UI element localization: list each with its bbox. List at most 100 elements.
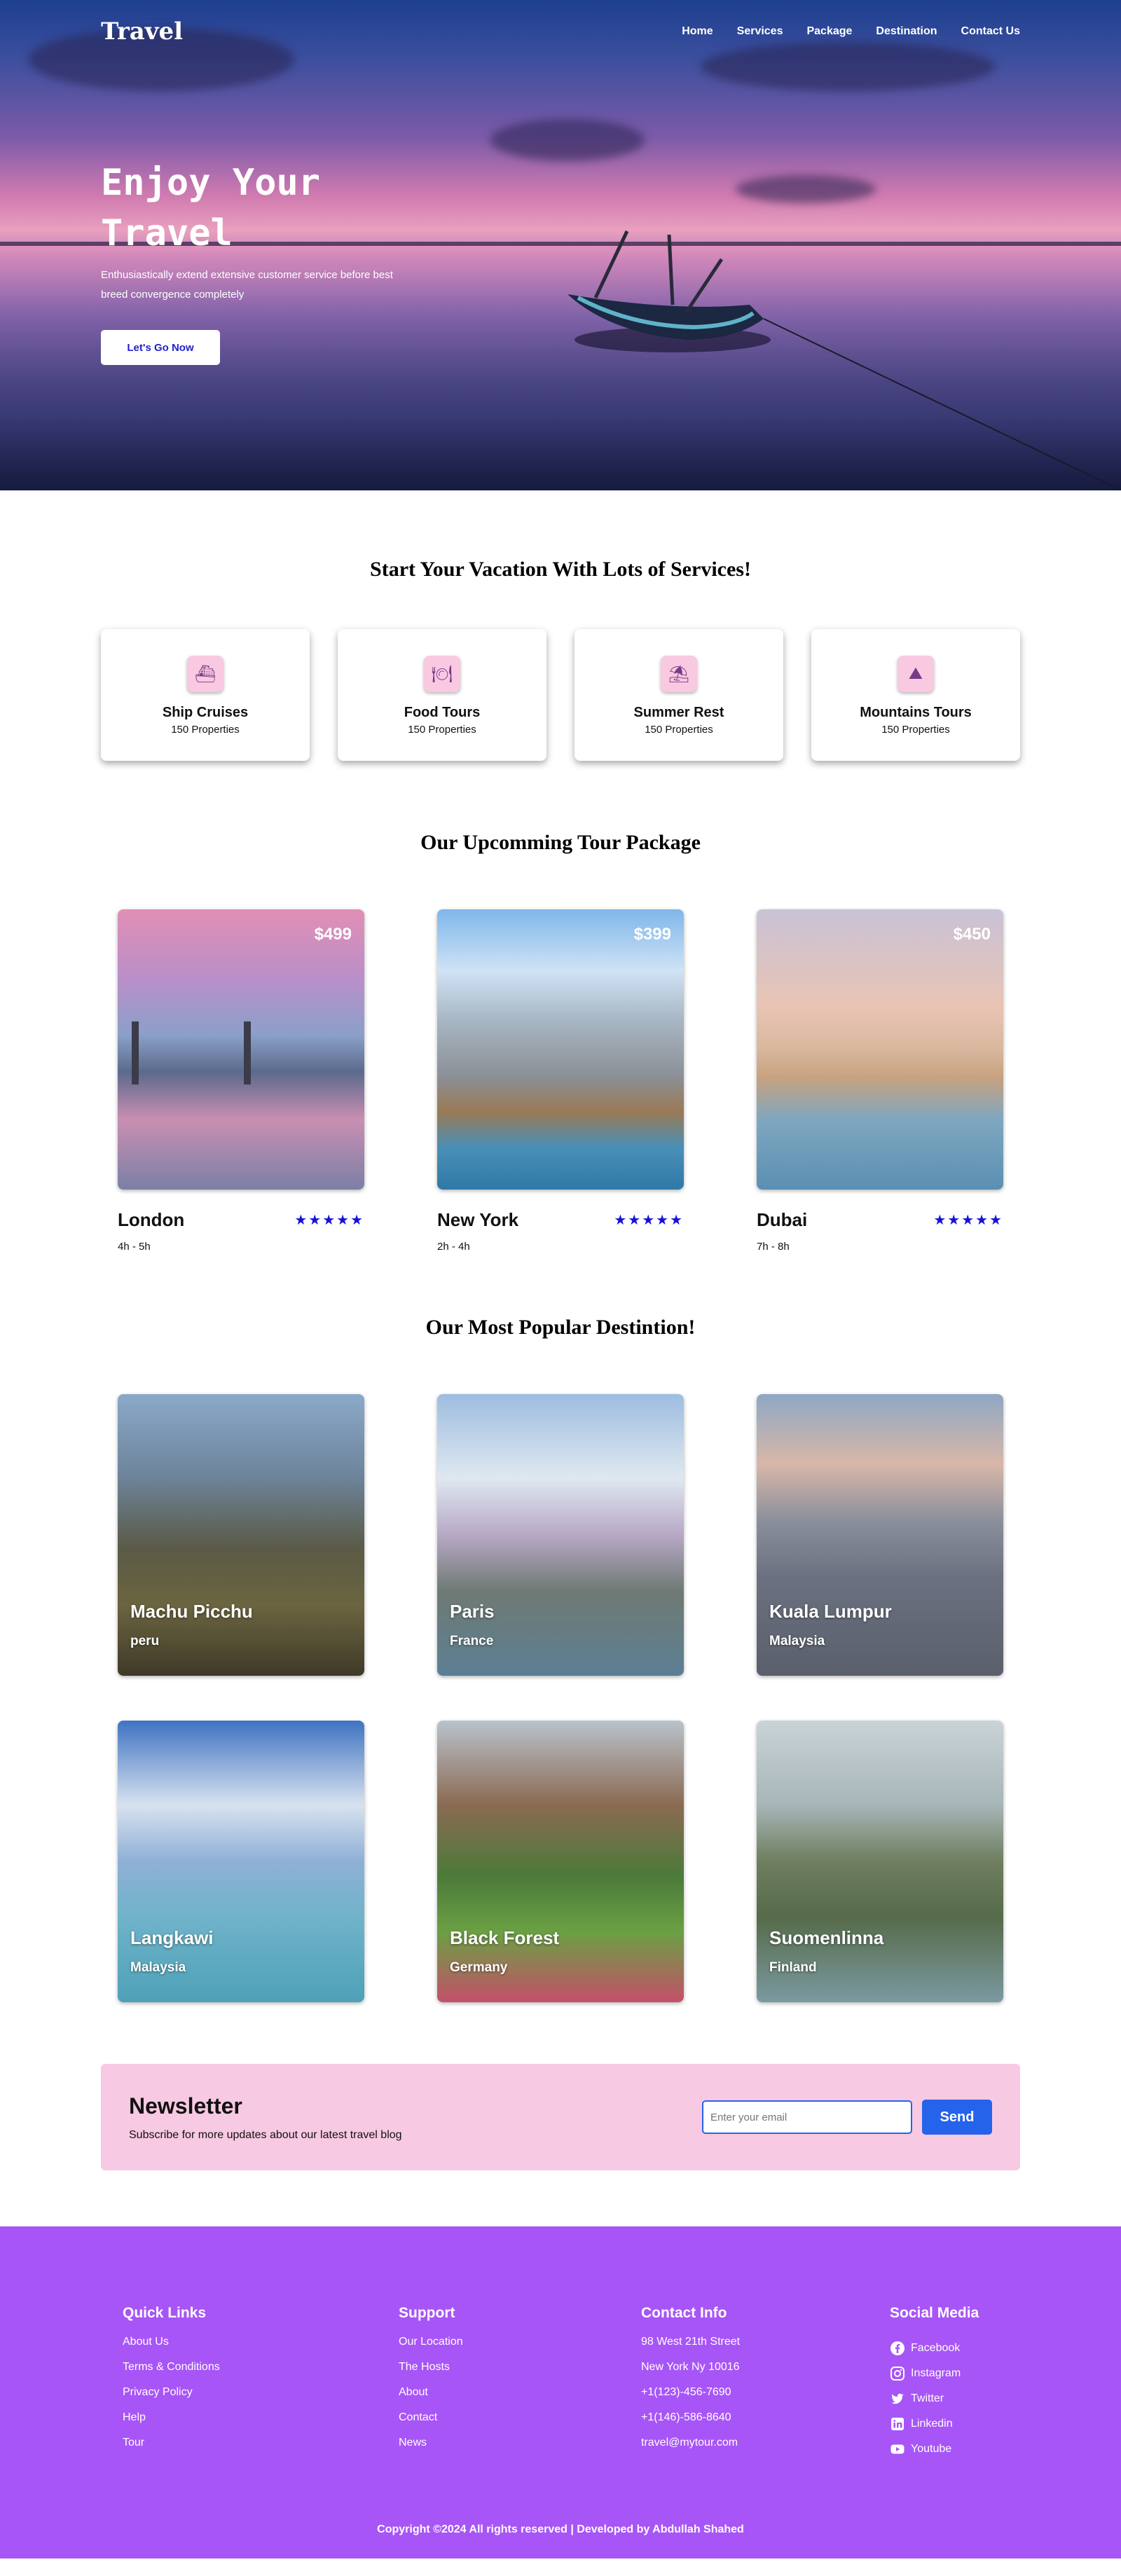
hero-cloud (736, 175, 876, 203)
service-count: 150 Properties (881, 724, 950, 736)
footer-link-about-us[interactable]: About Us (123, 2336, 169, 2348)
footer-social-media: Social Media Facebook Instagram Twitter … (890, 2305, 979, 2462)
package-card-london[interactable]: $499 London ★★★★★ 4h - 5h (118, 909, 364, 1253)
social-instagram[interactable]: Instagram (890, 2361, 979, 2386)
destination-name: Paris (450, 1601, 495, 1622)
social-label[interactable]: Facebook (911, 2342, 960, 2355)
service-name: Ship Cruises (162, 705, 249, 720)
destinations-section: Our Most Popular Destintion! Machu Picch… (0, 1253, 1121, 2002)
social-label[interactable]: Linkedin (911, 2418, 953, 2430)
service-count: 150 Properties (171, 724, 240, 736)
service-card-food-tours[interactable]: 🍽 Food Tours 150 Properties (338, 629, 546, 761)
umbrella-icon: ⛱ (661, 656, 697, 692)
destination-caption: Black Forest Germany (450, 1927, 559, 1976)
destination-card-paris[interactable]: Paris France (437, 1394, 684, 1676)
package-card-dubai[interactable]: $450 Dubai ★★★★★ 7h - 8h (757, 909, 1003, 1253)
send-button[interactable]: Send (922, 2100, 992, 2135)
nav-link-contact[interactable]: Contact Us (961, 25, 1020, 37)
contact-address-line2: New York Ny 10016 (641, 2361, 740, 2373)
service-card-mountains-tours[interactable]: ⛰ Mountains Tours 150 Properties (811, 629, 1020, 761)
newsletter-form: Send (702, 2100, 992, 2135)
package-city: London (118, 1209, 185, 1230)
social-facebook[interactable]: Facebook (890, 2336, 979, 2361)
contact-email[interactable]: travel@mytour.com (641, 2437, 740, 2462)
site-logo[interactable]: Travel (101, 18, 183, 46)
newsletter-text: Newsletter Subscribe for more updates ab… (129, 2093, 402, 2142)
hero-title-line2: Travel (101, 212, 233, 254)
boat-image (568, 230, 1121, 490)
nav-link-home[interactable]: Home (682, 25, 713, 37)
rating-stars: ★★★★★ (614, 1213, 684, 1228)
social-youtube[interactable]: Youtube (890, 2437, 979, 2462)
destination-name: Machu Picchu (130, 1601, 253, 1622)
destination-country: Malaysia (769, 1634, 825, 1648)
hero-title: Enjoy Your Travel (101, 158, 409, 259)
newsletter-subtitle: Subscribe for more updates about our lat… (129, 2128, 402, 2141)
package-city: New York (437, 1209, 519, 1230)
footer-heading: Contact Info (641, 2305, 727, 2321)
footer-link-terms[interactable]: Terms & Conditions (123, 2361, 220, 2373)
service-name: Mountains Tours (860, 705, 972, 720)
newsletter-title: Newsletter (129, 2093, 242, 2119)
package-price: $450 (953, 925, 991, 944)
newsletter-section: Newsletter Subscribe for more updates ab… (101, 2064, 1020, 2170)
social-label[interactable]: Instagram (911, 2367, 961, 2380)
destination-country: Malaysia (130, 1960, 186, 1975)
destination-card-kuala-lumpur[interactable]: Kuala Lumpur Malaysia (757, 1394, 1003, 1676)
rating-stars: ★★★★★ (294, 1213, 364, 1228)
social-twitter[interactable]: Twitter (890, 2386, 979, 2411)
destination-caption: Paris France (450, 1601, 495, 1649)
package-meta: London ★★★★★ (118, 1209, 364, 1231)
package-city: Dubai (757, 1209, 808, 1230)
rating-stars: ★★★★★ (933, 1213, 1003, 1228)
destinations-title: Our Most Popular Destintion! (425, 1316, 696, 1339)
service-name: Food Tours (404, 705, 481, 720)
footer-heading: Support (399, 2305, 455, 2321)
package-image-dubai: $450 (757, 909, 1003, 1190)
footer-link-about[interactable]: About (399, 2386, 428, 2398)
youtube-icon (890, 2441, 905, 2457)
footer-link-our-location[interactable]: Our Location (399, 2336, 463, 2348)
package-image-london: $499 (118, 909, 364, 1190)
footer-quick-links: Quick Links About Us Terms & Conditions … (123, 2305, 220, 2462)
destination-card-black-forest[interactable]: Black Forest Germany (437, 1721, 684, 2002)
nav-link-services[interactable]: Services (737, 25, 783, 37)
facebook-icon (890, 2341, 905, 2356)
service-count: 150 Properties (645, 724, 713, 736)
social-label[interactable]: Youtube (911, 2443, 951, 2456)
hero-section: Travel Home Services Package Destination… (0, 0, 1121, 490)
email-input[interactable] (702, 2100, 912, 2134)
lets-go-button[interactable]: Let's Go Now (101, 330, 220, 365)
linkedin-icon (890, 2416, 905, 2432)
package-duration: 2h - 4h (437, 1241, 470, 1253)
twitter-icon (890, 2391, 905, 2406)
destination-name: Suomenlinna (769, 1927, 884, 1948)
footer-link-privacy[interactable]: Privacy Policy (123, 2386, 193, 2398)
footer-link-help[interactable]: Help (123, 2411, 146, 2423)
package-card-new-york[interactable]: $399 New York ★★★★★ 2h - 4h (437, 909, 684, 1253)
package-price: $399 (633, 925, 671, 944)
destination-card-langkawi[interactable]: Langkawi Malaysia (118, 1721, 364, 2002)
service-card-summer-rest[interactable]: ⛱ Summer Rest 150 Properties (575, 629, 783, 761)
destination-caption: Suomenlinna Finland (769, 1927, 883, 1976)
package-meta: Dubai ★★★★★ (757, 1209, 1003, 1231)
instagram-icon (890, 2366, 905, 2381)
footer-link-contact[interactable]: Contact (399, 2411, 437, 2423)
package-image-new-york: $399 (437, 909, 684, 1190)
footer-link-tour[interactable]: Tour (123, 2437, 144, 2448)
destination-name: Black Forest (450, 1927, 560, 1948)
service-cards: ⛴ Ship Cruises 150 Properties 🍽 Food Tou… (101, 629, 1020, 761)
destination-card-machu-picchu[interactable]: Machu Picchu peru (118, 1394, 364, 1676)
footer-link-the-hosts[interactable]: The Hosts (399, 2361, 450, 2373)
social-linkedin[interactable]: Linkedin (890, 2411, 979, 2437)
hero-title-line1: Enjoy Your (101, 162, 321, 204)
destination-card-suomenlinna[interactable]: Suomenlinna Finland (757, 1721, 1003, 2002)
packages-title: Our Upcomming Tour Package (420, 831, 701, 854)
service-card-ship-cruises[interactable]: ⛴ Ship Cruises 150 Properties (101, 629, 310, 761)
destination-country: peru (130, 1634, 160, 1648)
footer-link-news[interactable]: News (399, 2437, 427, 2448)
nav-link-package[interactable]: Package (806, 25, 852, 37)
nav-link-destination[interactable]: Destination (876, 25, 937, 37)
package-price: $499 (314, 925, 352, 944)
social-label[interactable]: Twitter (911, 2392, 944, 2405)
